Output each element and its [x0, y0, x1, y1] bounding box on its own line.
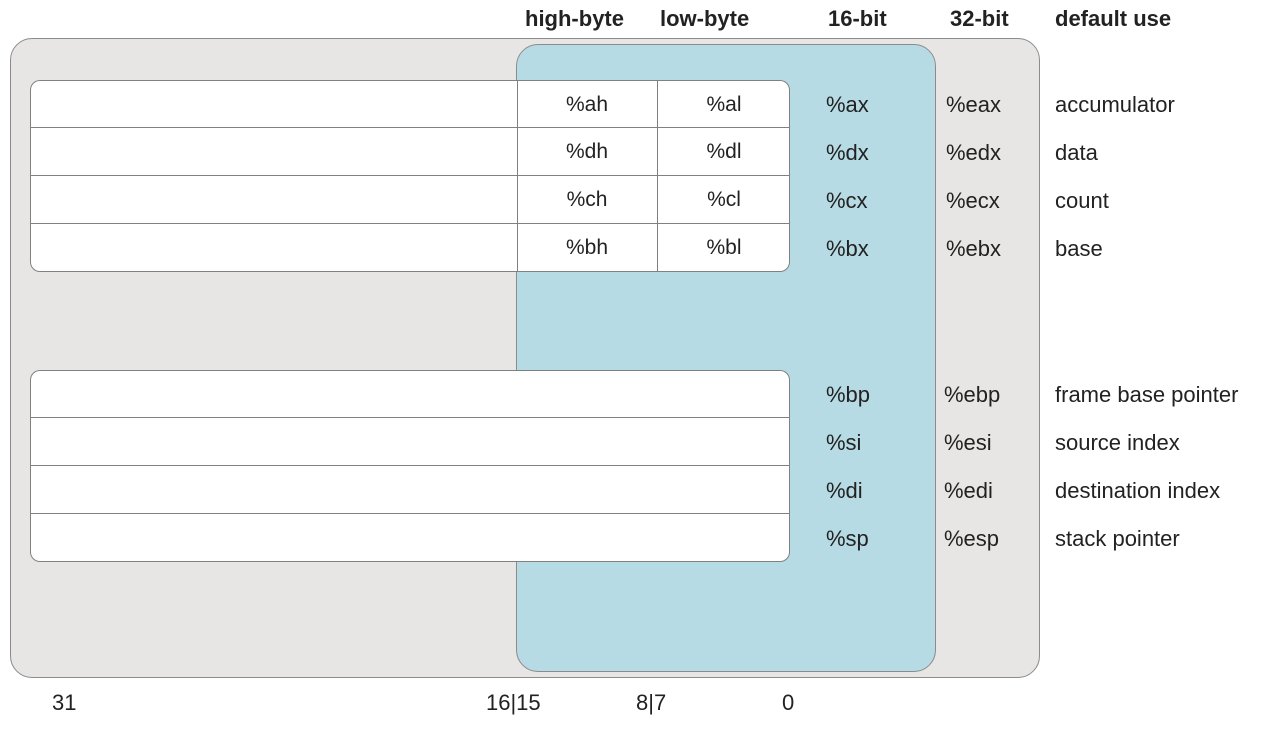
32bit-label: %edi: [944, 478, 993, 504]
16bit-label: %si: [826, 430, 861, 456]
32bit-label: %ebx: [946, 236, 1001, 262]
bit-pos-0: 0: [782, 690, 794, 716]
use-label: count: [1055, 188, 1109, 214]
32bit-label: %esi: [944, 430, 992, 456]
use-label: source index: [1055, 430, 1180, 456]
16bit-label: %cx: [826, 188, 868, 214]
reg-row: [30, 418, 790, 466]
header-16-bit: 16-bit: [828, 6, 887, 32]
low-byte-cell: %cl: [657, 176, 791, 224]
16bit-label: %di: [826, 478, 863, 504]
use-label: base: [1055, 236, 1103, 262]
header-32-bit: 32-bit: [950, 6, 1009, 32]
32bit-label: %esp: [944, 526, 999, 552]
32bit-label: %eax: [946, 92, 1001, 118]
16bit-label: %ax: [826, 92, 869, 118]
x86-register-diagram: high-byte low-byte 16-bit 32-bit default…: [0, 0, 1271, 734]
bit-pos-31: 31: [52, 690, 76, 716]
16bit-label: %bx: [826, 236, 869, 262]
reg-row: %ch %cl: [30, 176, 790, 224]
use-label: destination index: [1055, 478, 1220, 504]
header-low-byte: low-byte: [660, 6, 749, 32]
reg-row: [30, 514, 790, 562]
low-byte-cell: %al: [657, 81, 791, 128]
header-high-byte: high-byte: [525, 6, 624, 32]
use-label: data: [1055, 140, 1098, 166]
reg-row: [30, 370, 790, 418]
high-byte-cell: %ch: [517, 176, 657, 224]
32bit-label: %edx: [946, 140, 1001, 166]
header-default-use: default use: [1055, 6, 1171, 32]
16bit-label: %sp: [826, 526, 869, 552]
32bit-label: %ecx: [946, 188, 1000, 214]
high-byte-cell: %ah: [517, 81, 657, 128]
reg-row: %ah %al: [30, 80, 790, 128]
16bit-label: %dx: [826, 140, 869, 166]
reg-row: %dh %dl: [30, 128, 790, 176]
low-byte-cell: %dl: [657, 128, 791, 176]
16bit-label: %bp: [826, 382, 870, 408]
32bit-label: %ebp: [944, 382, 1000, 408]
use-label: accumulator: [1055, 92, 1175, 118]
use-label: frame base pointer: [1055, 382, 1238, 408]
bit-pos-8-7: 8|7: [636, 690, 666, 716]
low-byte-cell: %bl: [657, 224, 791, 271]
bit-pos-16-15: 16|15: [486, 690, 541, 716]
reg-row: %bh %bl: [30, 224, 790, 272]
high-byte-cell: %bh: [517, 224, 657, 271]
use-label: stack pointer: [1055, 526, 1180, 552]
high-byte-cell: %dh: [517, 128, 657, 176]
reg-row: [30, 466, 790, 514]
